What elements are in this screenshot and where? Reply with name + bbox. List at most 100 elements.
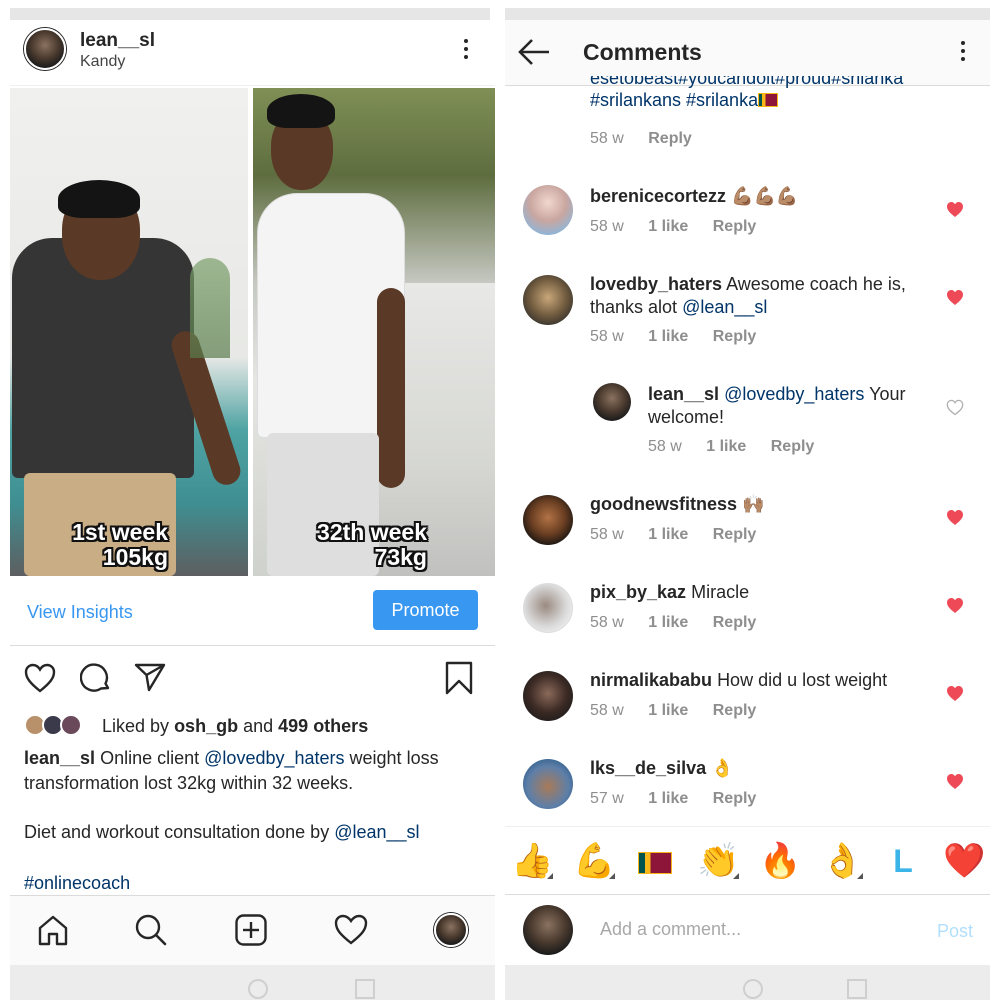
activity-heart-icon[interactable] xyxy=(334,913,368,947)
post-author-avatar[interactable] xyxy=(24,28,66,70)
likes-summary[interactable]: Liked by osh_gb and 499 others xyxy=(24,712,490,740)
liked-by-and: and xyxy=(243,716,274,736)
comment-like-heart-icon[interactable] xyxy=(946,289,964,306)
like-heart-icon[interactable] xyxy=(24,663,56,693)
more-options-icon[interactable] xyxy=(463,39,469,63)
commenter-avatar[interactable] xyxy=(523,671,573,721)
reply-button[interactable]: Reply xyxy=(713,526,757,544)
comment-meta: 58 w 1 like Reply xyxy=(648,438,814,456)
post-header: lean__sl Kandy xyxy=(10,20,495,86)
comment-body: pix_by_kaz Miracle xyxy=(590,581,749,604)
commenter-avatar[interactable] xyxy=(523,275,573,325)
comment-like-heart-outline-icon[interactable] xyxy=(946,399,964,416)
comment-text: 🙌🏽 xyxy=(742,494,765,514)
comment-like-heart-icon[interactable] xyxy=(946,509,964,526)
reply-button[interactable]: Reply xyxy=(713,790,757,808)
home-nav-icon[interactable] xyxy=(743,979,763,999)
comment-like-heart-icon[interactable] xyxy=(946,597,964,614)
clapping-hands-emoji-button[interactable]: 👏 xyxy=(697,841,739,881)
comment-username[interactable]: lks__de_silva xyxy=(590,758,706,778)
comment-username[interactable]: pix_by_kaz xyxy=(590,582,686,602)
profile-avatar-icon[interactable] xyxy=(434,913,468,947)
liked-by-others[interactable]: 499 others xyxy=(278,716,368,736)
share-icon[interactable] xyxy=(134,661,166,693)
comment-like-heart-icon[interactable] xyxy=(946,773,964,790)
caption-username[interactable]: lean__sl xyxy=(24,748,95,768)
comment-meta: 57 w 1 like Reply xyxy=(590,790,756,808)
liker-avatar xyxy=(60,714,82,736)
post-photo-before[interactable]: 1st week 105kg xyxy=(10,88,248,576)
comment-username[interactable]: lean__sl xyxy=(648,384,719,404)
back-nav-icon[interactable] xyxy=(633,979,653,999)
before-weight-label: 105kg xyxy=(102,544,168,570)
comment-like-count[interactable]: 1 like xyxy=(648,328,688,346)
comment-username[interactable]: nirmalikababu xyxy=(590,670,712,690)
ok-hand-emoji-button[interactable]: 👌 xyxy=(821,841,863,881)
comment-username[interactable]: lovedby_haters xyxy=(590,274,722,294)
caption-mention[interactable]: @lovedby_haters xyxy=(204,748,344,768)
comment-like-heart-icon[interactable] xyxy=(946,685,964,702)
commenter-avatar[interactable] xyxy=(523,495,573,545)
post-comment-button[interactable]: Post xyxy=(937,921,973,942)
comment-username[interactable]: berenicecortezz xyxy=(590,186,726,206)
recents-nav-icon[interactable] xyxy=(355,979,375,999)
reply-button[interactable]: Reply xyxy=(713,614,757,632)
comment-text: 💪🏽💪🏽💪🏽 xyxy=(731,186,799,206)
save-bookmark-icon[interactable] xyxy=(445,661,473,695)
reply-button[interactable]: Reply xyxy=(771,438,815,456)
post-author-username[interactable]: lean__sl xyxy=(80,30,155,52)
letter-l-emoji-button[interactable]: L xyxy=(883,841,923,881)
reply-button[interactable]: Reply xyxy=(648,130,692,148)
caption-mention[interactable]: @lean__sl xyxy=(334,822,419,842)
red-heart-emoji-button[interactable]: ❤️ xyxy=(943,841,985,881)
commenter-avatar[interactable] xyxy=(523,583,573,633)
commenter-avatar[interactable] xyxy=(523,185,573,235)
add-comment-input[interactable] xyxy=(600,919,910,940)
before-week-label: 1st week xyxy=(72,519,168,545)
fire-emoji-button[interactable]: 🔥 xyxy=(759,841,801,881)
post-photo-after[interactable]: 32th week 73kg xyxy=(253,88,495,576)
comment-mention[interactable]: @lean__sl xyxy=(682,297,767,317)
reply-button[interactable]: Reply xyxy=(713,218,757,236)
post-location[interactable]: Kandy xyxy=(80,53,125,71)
likes-text[interactable]: Liked by osh_gb and 499 others xyxy=(102,716,368,737)
commenter-avatar[interactable] xyxy=(523,759,573,809)
home-nav-icon[interactable] xyxy=(248,979,268,999)
comment-age: 58 w xyxy=(590,328,624,345)
comment-like-count[interactable]: 1 like xyxy=(648,790,688,808)
comment-text: Miracle xyxy=(691,582,750,602)
comment-mention[interactable]: @lovedby_haters xyxy=(724,384,864,404)
caption-hashtag[interactable]: #onlinecoach xyxy=(24,873,130,894)
new-post-icon[interactable] xyxy=(234,913,268,947)
sri-lanka-flag-emoji-button[interactable] xyxy=(635,841,675,881)
comment-like-count[interactable]: 1 like xyxy=(648,526,688,544)
before-caption: 1st week 105kg xyxy=(72,520,168,570)
comments-screen: Comments esetobeast#youcandoit#proud#sri… xyxy=(505,0,1000,1000)
caption-tail-hashtags[interactable]: #srilankans #srilanka xyxy=(590,90,758,110)
comment-age: 58 w xyxy=(590,614,624,631)
flexed-biceps-emoji-button[interactable]: 💪 xyxy=(573,841,615,881)
comment-like-count[interactable]: 1 like xyxy=(648,218,688,236)
back-arrow-icon[interactable] xyxy=(517,37,551,67)
comment-username[interactable]: goodnewsfitness xyxy=(590,494,737,514)
view-insights-link[interactable]: View Insights xyxy=(27,602,133,623)
comment-like-heart-icon[interactable] xyxy=(946,201,964,218)
reply-button[interactable]: Reply xyxy=(713,702,757,720)
home-icon[interactable] xyxy=(36,913,70,947)
comment-like-count[interactable]: 1 like xyxy=(648,614,688,632)
reply-button[interactable]: Reply xyxy=(713,328,757,346)
recents-nav-icon[interactable] xyxy=(847,979,867,999)
post-caption: lean__sl Online client @lovedby_haters w… xyxy=(24,746,480,796)
commenter-avatar[interactable] xyxy=(593,383,631,421)
comment-like-count[interactable]: 1 like xyxy=(648,702,688,720)
back-nav-icon[interactable] xyxy=(140,979,160,999)
search-icon[interactable] xyxy=(134,913,168,947)
liked-by-user[interactable]: osh_gb xyxy=(174,716,238,736)
more-options-icon[interactable] xyxy=(960,41,966,65)
comment-body: lks__de_silva 👌 xyxy=(590,757,734,780)
comment-like-count[interactable]: 1 like xyxy=(706,438,746,456)
comment-icon[interactable] xyxy=(80,662,112,694)
promote-button[interactable]: Promote xyxy=(373,590,478,630)
thumbs-up-emoji-button[interactable]: 👍 xyxy=(511,841,553,881)
caption-tail-hashtags[interactable]: esetobeast#youcandoit#proud#srilanka xyxy=(590,76,970,89)
